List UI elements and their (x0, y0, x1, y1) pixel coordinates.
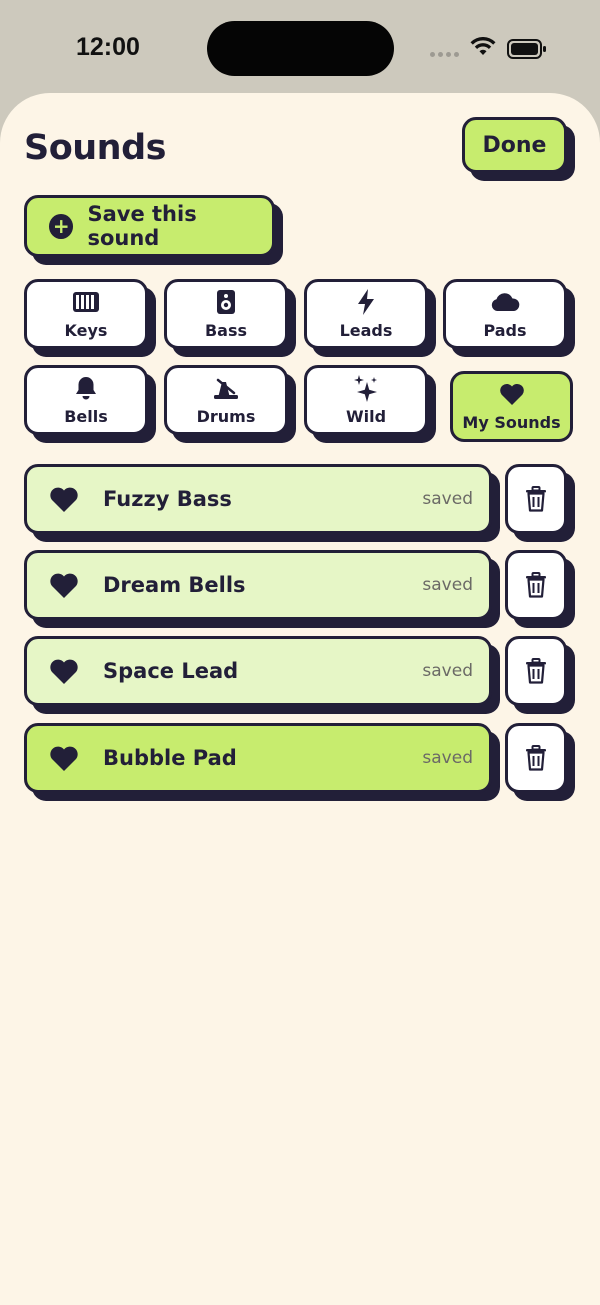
metronome-icon (212, 375, 240, 401)
category-bells[interactable]: Bells (24, 365, 148, 435)
delete-sound-button[interactable] (505, 723, 567, 793)
trash-icon (526, 745, 546, 771)
dynamic-island (207, 21, 394, 76)
category-bass[interactable]: Bass (164, 279, 288, 349)
sound-name: Dream Bells (103, 573, 246, 597)
category-label: Wild (345, 406, 387, 426)
sound-status: saved (422, 489, 473, 509)
status-time: 12:00 (76, 33, 140, 61)
sounds-sheet: Sounds Done + Save this sound Keys Bass … (0, 93, 600, 1305)
sound-name: Bubble Pad (103, 746, 237, 770)
category-wild[interactable]: Wild (304, 365, 428, 435)
sound-status: saved (422, 661, 473, 681)
heart-icon[interactable] (49, 571, 81, 599)
page-title: Sounds (24, 128, 166, 168)
category-label: Leads (339, 320, 393, 340)
saved-sound-row-active[interactable]: Bubble Pad saved (24, 723, 492, 793)
category-keys[interactable]: Keys (24, 279, 148, 349)
category-drums[interactable]: Drums (164, 365, 288, 435)
trash-icon (526, 572, 546, 598)
done-button[interactable]: Done (462, 117, 567, 173)
lightning-icon (356, 288, 376, 315)
cellular-dots-icon (430, 52, 459, 57)
status-bar: 12:00 (0, 0, 600, 95)
category-my-sounds[interactable]: My Sounds (450, 371, 573, 442)
category-label: Keys (64, 320, 108, 340)
sound-status: saved (422, 748, 473, 768)
trash-icon (526, 486, 546, 512)
category-label: Bass (204, 320, 248, 340)
speaker-icon (216, 289, 236, 315)
heart-icon[interactable] (49, 485, 81, 513)
saved-sound-row[interactable]: Space Lead saved (24, 636, 492, 706)
cloud-icon (489, 289, 521, 315)
category-label: Pads (483, 320, 527, 340)
category-label: Drums (196, 406, 256, 426)
bell-icon (73, 375, 99, 401)
saved-sound-row[interactable]: Fuzzy Bass saved (24, 464, 492, 534)
category-label: My Sounds (462, 413, 561, 432)
category-label: Bells (64, 406, 108, 426)
category-leads[interactable]: Leads (304, 279, 428, 349)
delete-sound-button[interactable] (505, 550, 567, 620)
sound-name: Space Lead (103, 659, 239, 683)
save-sound-button[interactable]: + Save this sound (24, 195, 275, 257)
sound-name: Fuzzy Bass (103, 487, 232, 511)
plus-circle-icon: + (49, 213, 74, 239)
sound-status: saved (422, 575, 473, 595)
battery-icon (507, 39, 546, 59)
saved-sound-row[interactable]: Dream Bells saved (24, 550, 492, 620)
delete-sound-button[interactable] (505, 636, 567, 706)
wifi-icon (470, 37, 496, 55)
heart-icon (499, 381, 525, 407)
save-sound-label: Save this sound (87, 202, 197, 250)
piano-keys-icon (72, 289, 100, 315)
delete-sound-button[interactable] (505, 464, 567, 534)
heart-icon[interactable] (49, 657, 81, 685)
done-button-label: Done (482, 132, 547, 158)
sparkles-icon (353, 374, 379, 402)
category-pads[interactable]: Pads (443, 279, 567, 349)
trash-icon (526, 658, 546, 684)
heart-icon[interactable] (49, 744, 81, 772)
